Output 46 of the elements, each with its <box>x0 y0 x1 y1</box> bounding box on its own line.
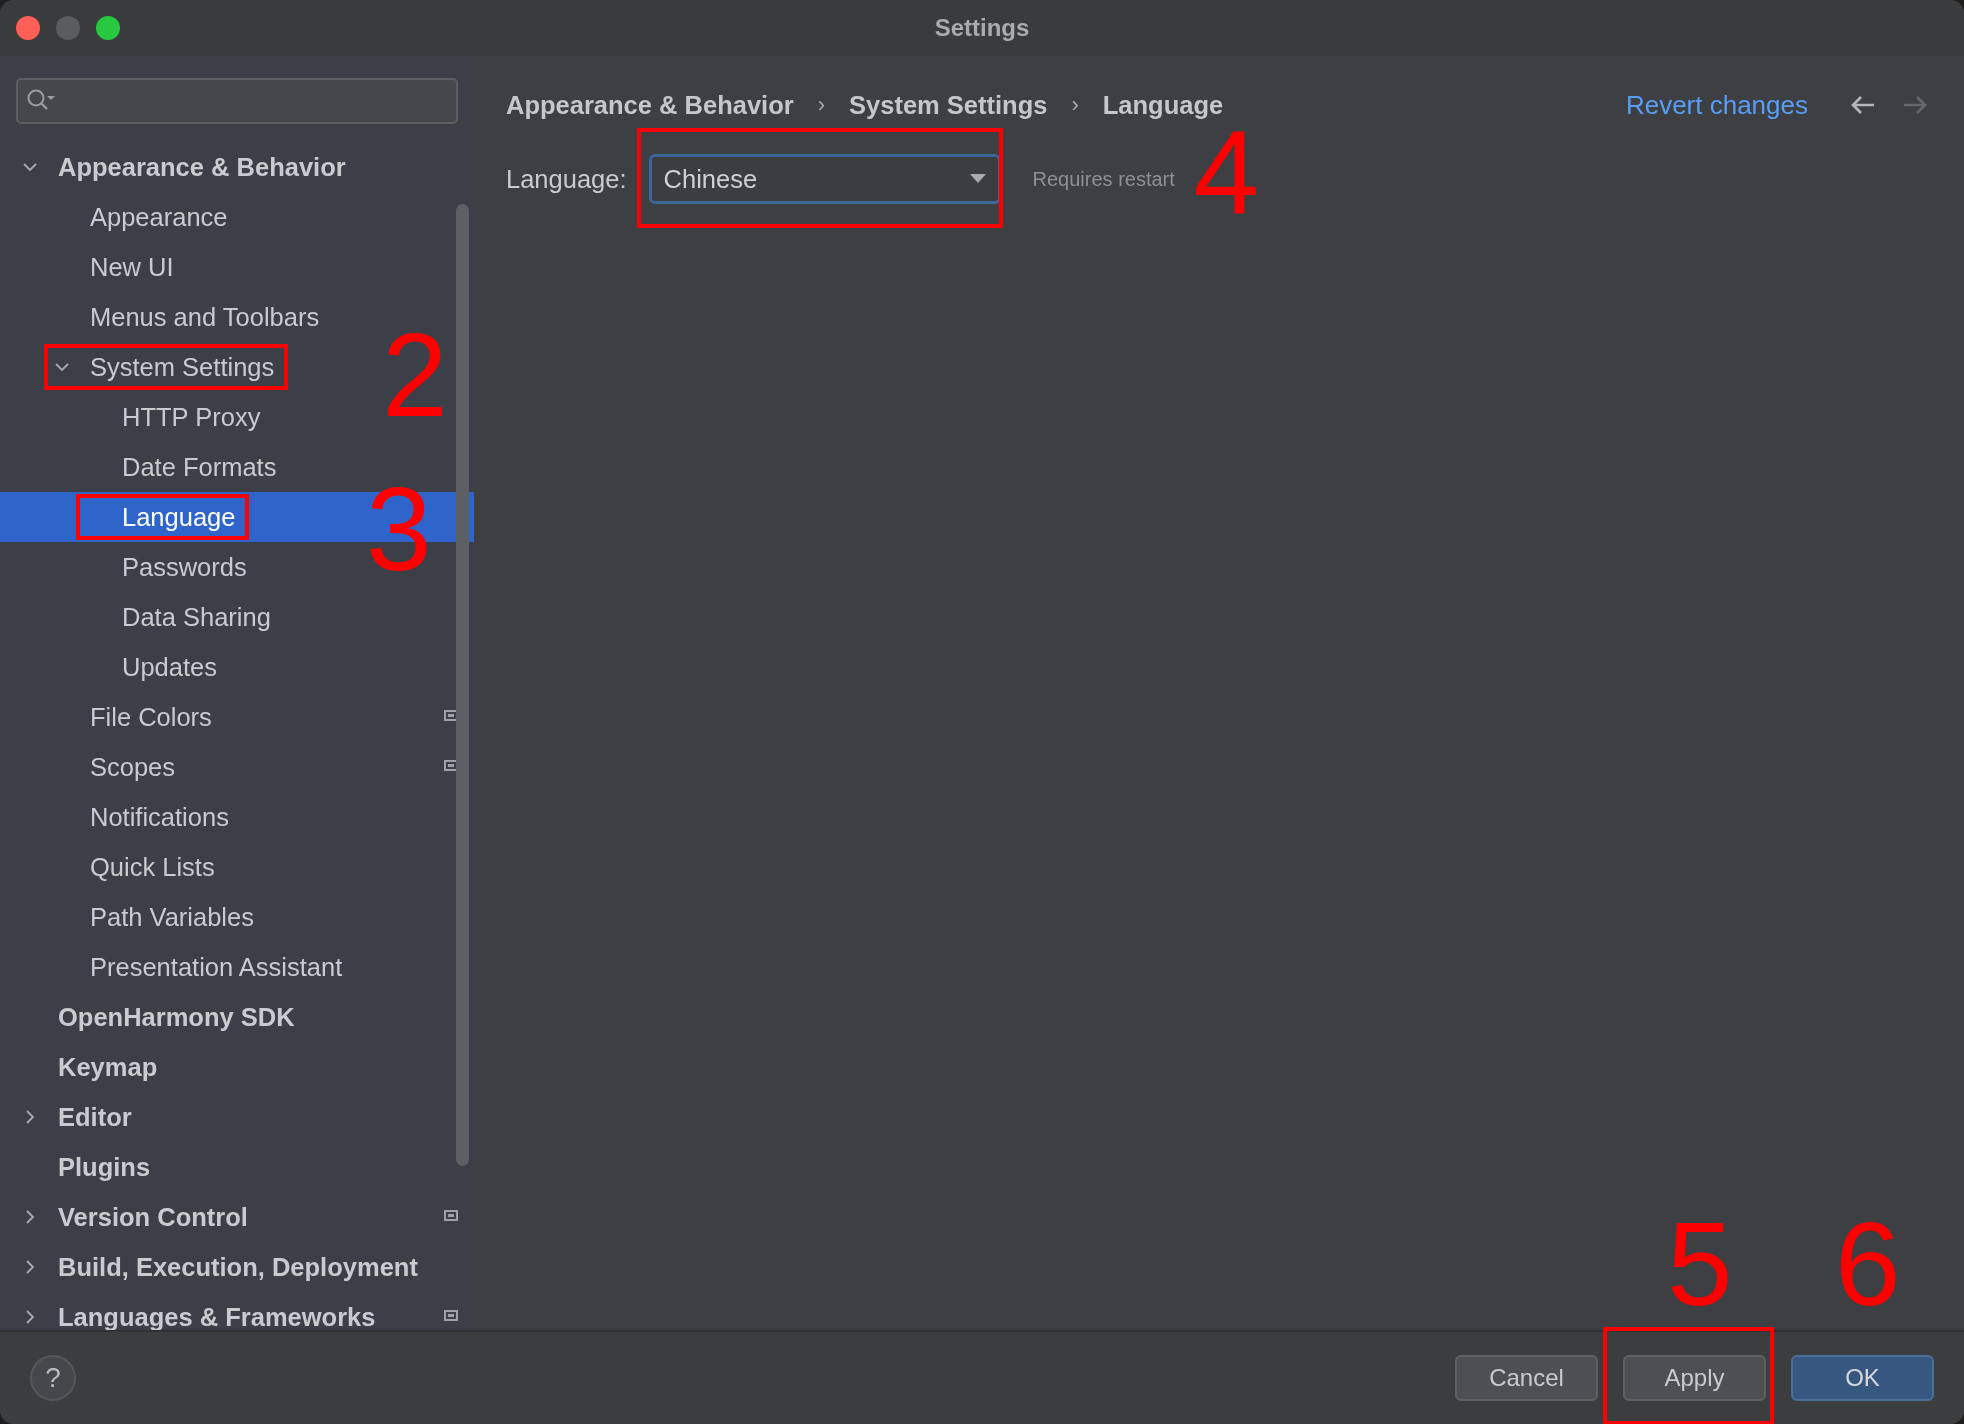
language-dropdown[interactable]: Chinese <box>648 154 1001 204</box>
tree-item[interactable]: Build, Execution, Deployment <box>58 1252 418 1282</box>
tree-item[interactable]: Languages & Frameworks <box>58 1302 376 1330</box>
tree-item[interactable]: New UI <box>90 252 174 282</box>
annotation-number: 5 <box>1667 1205 1733 1323</box>
back-arrow-icon[interactable] <box>1850 95 1876 115</box>
tree-item[interactable]: Updates <box>122 652 217 682</box>
breadcrumb-item[interactable]: Appearance & Behavior <box>506 90 794 120</box>
tree-item[interactable]: Language <box>122 502 236 532</box>
tree-item[interactable]: System Settings <box>90 352 275 382</box>
language-label: Language: <box>506 164 627 194</box>
breadcrumb-separator: › <box>817 92 825 118</box>
tree-item[interactable]: Menus and Toolbars <box>90 302 320 332</box>
zoom-button[interactable] <box>96 16 120 40</box>
tree-item[interactable]: Appearance & Behavior <box>58 152 346 182</box>
breadcrumb-separator: › <box>1071 92 1079 118</box>
tree-item[interactable]: OpenHarmony SDK <box>58 1002 295 1032</box>
tree-item[interactable]: Data Sharing <box>122 602 271 632</box>
dialog-button[interactable]: Apply <box>1623 1355 1766 1401</box>
breadcrumb-item[interactable]: System Settings <box>849 90 1048 120</box>
dialog-button[interactable]: OK <box>1791 1355 1934 1401</box>
annotation-number: 2 <box>382 316 448 434</box>
restart-note: Requires restart <box>1032 167 1175 191</box>
tree-item[interactable]: Editor <box>58 1102 132 1132</box>
tree-item[interactable]: Appearance <box>90 202 228 232</box>
scrollbar[interactable] <box>456 204 469 1166</box>
tree-item[interactable]: Passwords <box>122 552 247 582</box>
help-button[interactable]: ? <box>30 1355 76 1401</box>
tree-item[interactable]: Quick Lists <box>90 852 215 882</box>
dialog-button[interactable]: Cancel <box>1455 1355 1598 1401</box>
search-field[interactable] <box>16 78 458 124</box>
close-button[interactable] <box>16 16 40 40</box>
tree-item[interactable]: HTTP Proxy <box>122 402 261 432</box>
revert-changes-link[interactable]: Revert changes <box>1625 89 1808 121</box>
window-title: Settings <box>934 14 1030 42</box>
tree-item[interactable]: Scopes <box>90 752 176 782</box>
tree-item[interactable]: Plugins <box>58 1152 151 1182</box>
annotation-number: 6 <box>1835 1205 1901 1323</box>
tree-item[interactable]: Presentation Assistant <box>90 952 343 982</box>
tree-item[interactable]: Date Formats <box>122 452 277 482</box>
tree-item[interactable]: Keymap <box>58 1052 158 1082</box>
tree-item[interactable]: Path Variables <box>90 902 254 932</box>
tree-item[interactable]: Version Control <box>58 1202 248 1232</box>
tree-item[interactable]: Notifications <box>90 802 229 832</box>
dropdown-arrow-icon[interactable] <box>969 174 986 184</box>
tree-item[interactable]: File Colors <box>90 702 212 732</box>
